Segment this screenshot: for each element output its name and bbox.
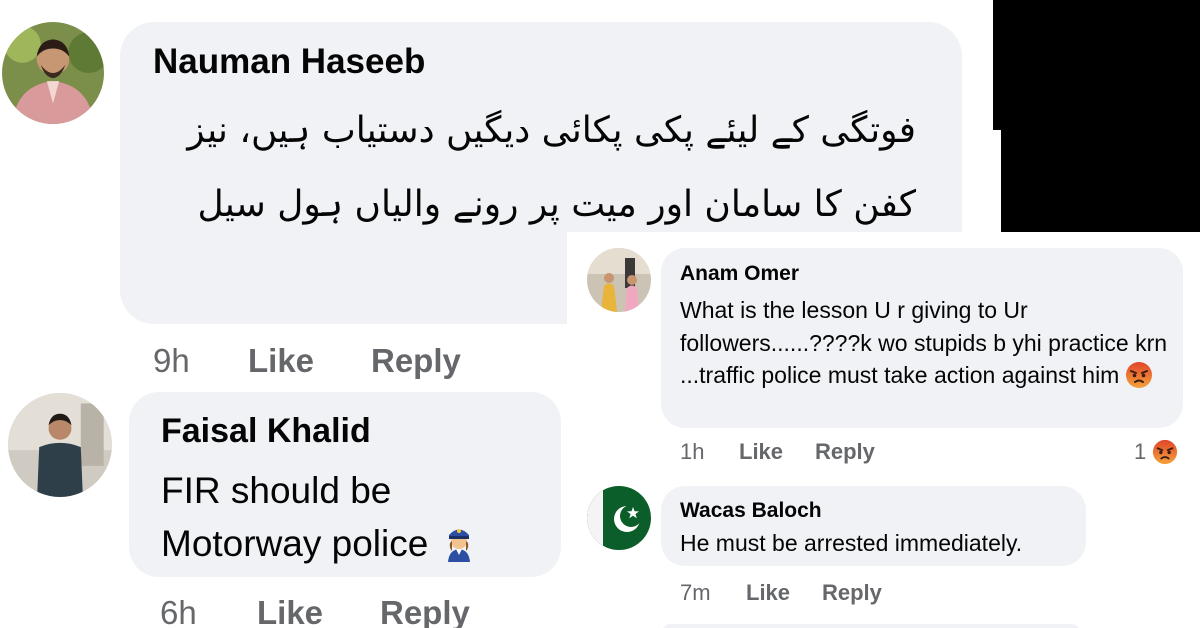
avatar-photo xyxy=(2,22,104,124)
comment-actions: 9h Like Reply xyxy=(153,342,461,380)
comment-author[interactable]: Anam Omer xyxy=(680,262,799,286)
overlay-comments-panel: Anam Omer What is the lesson U r giving … xyxy=(567,232,1200,628)
like-button[interactable]: Like xyxy=(739,439,815,465)
avatar[interactable] xyxy=(8,393,112,497)
comment-text: What is the lesson U r giving to Ur foll… xyxy=(680,294,1175,398)
comment-bubble: Anam Omer What is the lesson U r giving … xyxy=(661,248,1183,428)
like-button[interactable]: Like xyxy=(746,580,822,606)
comment-actions: 1h Like Reply xyxy=(680,439,875,465)
redaction-block xyxy=(993,0,1200,130)
next-comment-bubble xyxy=(661,624,1081,628)
comment-text: He must be arrested immediately. xyxy=(680,530,1023,556)
comment-text-fragment: What is the lesson U r giving to Ur foll… xyxy=(680,297,1168,388)
pakistan-flag-avatar xyxy=(587,486,651,550)
angry-reaction-icon xyxy=(1153,439,1178,465)
comment-timestamp[interactable]: 1h xyxy=(680,439,739,465)
reply-button[interactable]: Reply xyxy=(815,439,875,465)
avatar-photo xyxy=(587,248,651,312)
like-button[interactable]: Like xyxy=(248,342,371,380)
angry-face-emoji xyxy=(1125,361,1153,398)
comment-timestamp[interactable]: 9h xyxy=(153,342,248,380)
comment-text: FIR should be Motorway police xyxy=(161,464,476,576)
reaction-summary[interactable]: 1 xyxy=(1134,439,1178,465)
avatar[interactable] xyxy=(587,486,651,550)
comment-actions: 6h Like Reply xyxy=(160,594,470,628)
comment-text-fragment: Motorway police xyxy=(161,523,429,564)
avatar[interactable] xyxy=(587,248,651,312)
redaction-block xyxy=(1001,130,1200,232)
comment-author[interactable]: Nauman Haseeb xyxy=(153,42,425,82)
reply-button[interactable]: Reply xyxy=(371,342,461,380)
comment-text-line: FIR should be xyxy=(161,470,392,511)
like-button[interactable]: Like xyxy=(257,594,380,628)
comment-bubble: Faisal Khalid FIR should be Motorway pol… xyxy=(129,392,561,577)
comment-bubble: Wacas Baloch He must be arrested immedia… xyxy=(661,486,1086,566)
avatar[interactable] xyxy=(2,22,104,124)
comment-author[interactable]: Faisal Khalid xyxy=(161,412,371,451)
reply-button[interactable]: Reply xyxy=(380,594,470,628)
reaction-count: 1 xyxy=(1134,439,1147,464)
comment-text-line: Motorway police xyxy=(161,517,476,576)
police-officer-woman-emoji xyxy=(442,523,476,576)
comment-timestamp[interactable]: 7m xyxy=(680,580,746,606)
comment-actions: 7m Like Reply xyxy=(680,580,882,606)
reply-button[interactable]: Reply xyxy=(822,580,882,606)
comment-timestamp[interactable]: 6h xyxy=(160,594,257,628)
comment-author[interactable]: Wacas Baloch xyxy=(680,499,822,523)
avatar-photo xyxy=(8,393,112,497)
